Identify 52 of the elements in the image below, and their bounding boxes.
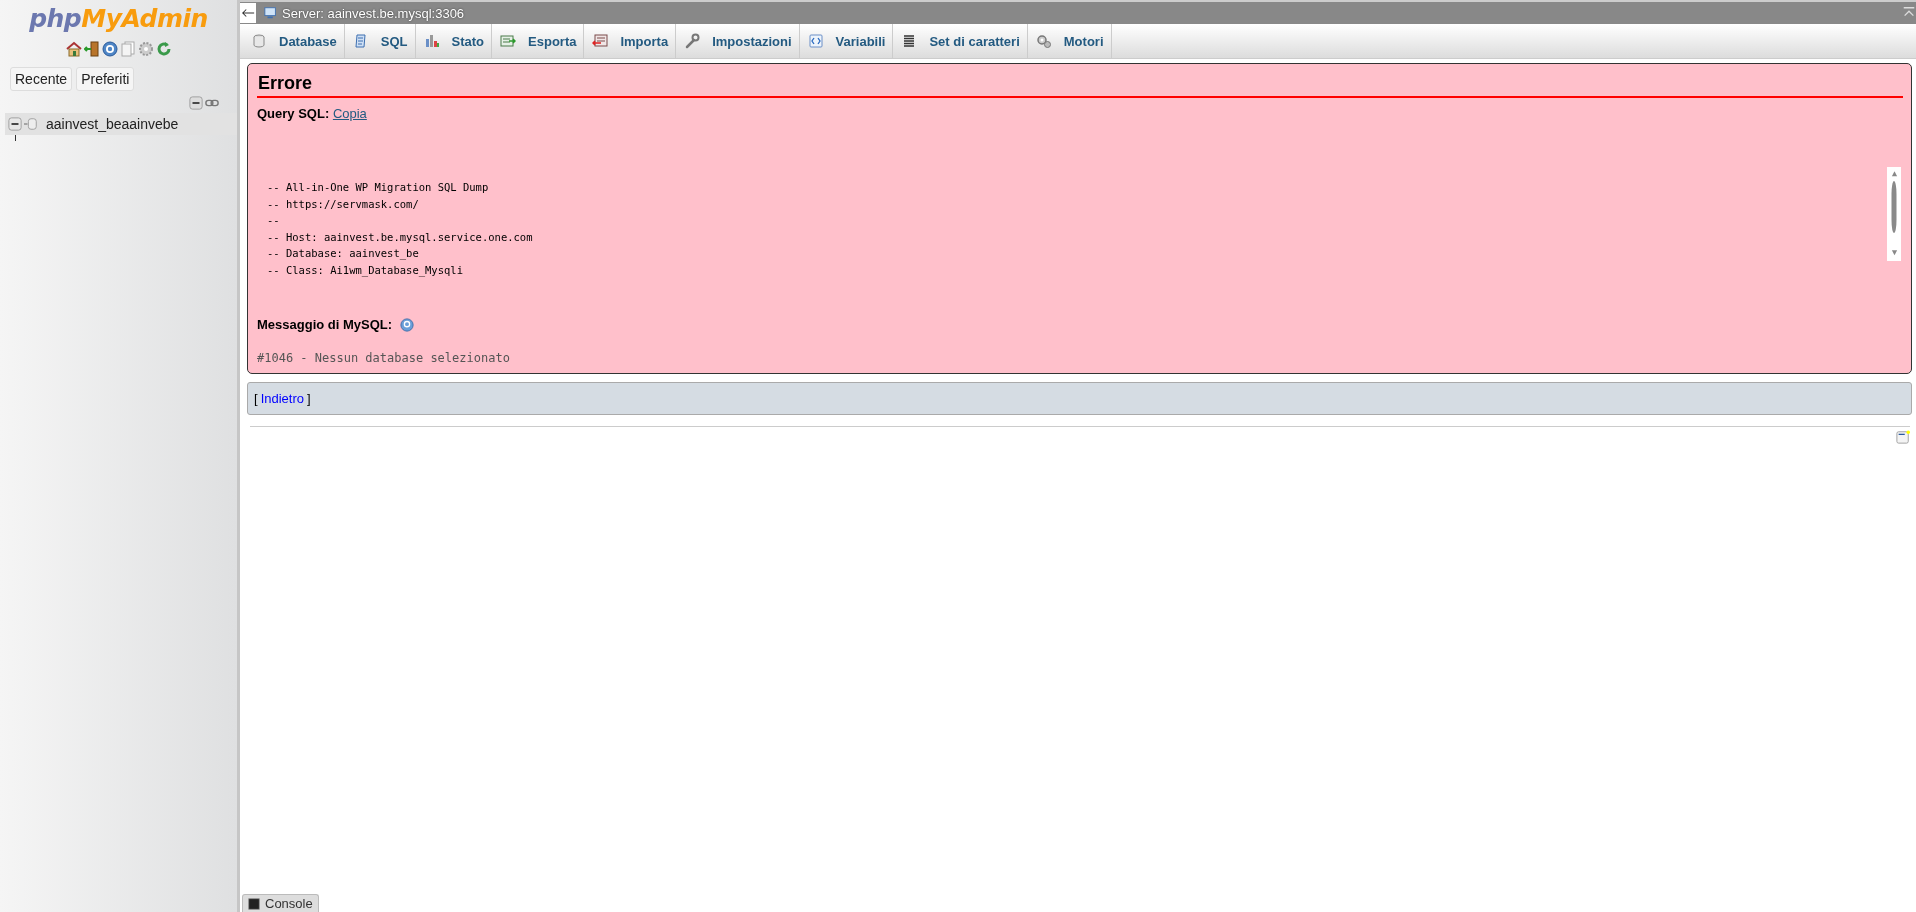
- query-label: Query SQL:: [257, 106, 330, 121]
- home-icon[interactable]: [65, 41, 82, 57]
- help-icon[interactable]: [101, 41, 118, 57]
- code-line: --: [267, 213, 281, 228]
- code-icon: [807, 33, 824, 49]
- code-line: -- https://servmask.com/: [267, 196, 420, 212]
- console-icon: [248, 897, 260, 910]
- nav-tab[interactable]: Importa: [584, 24, 677, 58]
- nav-tab[interactable]: SQL: [344, 24, 416, 58]
- nav-tab[interactable]: Set di caratteri: [893, 24, 1028, 58]
- code-line: -- All-in-One WP Migration SQL Dump: [267, 180, 490, 195]
- import-icon: [592, 33, 609, 49]
- reload-icon[interactable]: [155, 41, 172, 57]
- export-icon: [500, 33, 517, 49]
- help-icon[interactable]: [400, 317, 415, 332]
- error-title: Errore: [257, 70, 1903, 98]
- server-title[interactable]: Server: aainvest.be.mysql:3306: [282, 5, 465, 21]
- settings-icon[interactable]: [137, 41, 154, 57]
- bracket: ]: [307, 391, 311, 406]
- database-icon: [24, 117, 38, 131]
- message-label: Messaggio di MySQL:: [257, 317, 393, 332]
- collapse-all-icon[interactable]: [189, 96, 203, 110]
- window-icon[interactable]: [1896, 430, 1910, 444]
- logo[interactable]: phpMyAdmin: [0, 0, 237, 33]
- code-line: -- Database: aainvest_be: [267, 246, 420, 262]
- bracket: [: [254, 391, 258, 406]
- copy-link[interactable]: Copia: [332, 106, 367, 121]
- nav-tab[interactable]: Variabili: [799, 24, 894, 58]
- logout-door-icon[interactable]: [83, 41, 100, 57]
- scrollbar[interactable]: [1887, 167, 1901, 261]
- nav-tab[interactable]: Database: [243, 24, 345, 58]
- document-icon: [352, 33, 369, 49]
- code-line: -- Class: Ai1wm_Database_Mysqli: [267, 262, 464, 278]
- scroll-down-icon[interactable]: [1889, 249, 1899, 256]
- sidebar-tab-button[interactable]: Recente: [10, 67, 73, 91]
- code-line: -- Host: aainvest.be.mysql.service.one.com: [267, 229, 534, 245]
- collapse-icon[interactable]: [8, 117, 22, 131]
- server-icon: [264, 6, 278, 20]
- back-arrow-icon[interactable]: [241, 6, 255, 20]
- nav-tab[interactable]: Impostazioni: [676, 24, 800, 58]
- nav-tab[interactable]: Stato: [415, 24, 493, 58]
- scroll-up-icon[interactable]: [1889, 170, 1899, 177]
- gears-icon: [1035, 33, 1052, 49]
- database-icon: [251, 33, 267, 49]
- nav-tab[interactable]: Esporta: [492, 24, 585, 58]
- wrench-icon: [684, 33, 701, 49]
- bar-chart-icon: [423, 33, 440, 49]
- error-message: #1046 - Nessun database selezionato: [257, 351, 511, 365]
- sidebar-tab-button[interactable]: Preferiti: [76, 67, 135, 91]
- console-tab[interactable]: Console: [242, 894, 319, 912]
- nav-tab[interactable]: Motori: [1027, 24, 1112, 58]
- back-link[interactable]: Indietro: [260, 391, 304, 406]
